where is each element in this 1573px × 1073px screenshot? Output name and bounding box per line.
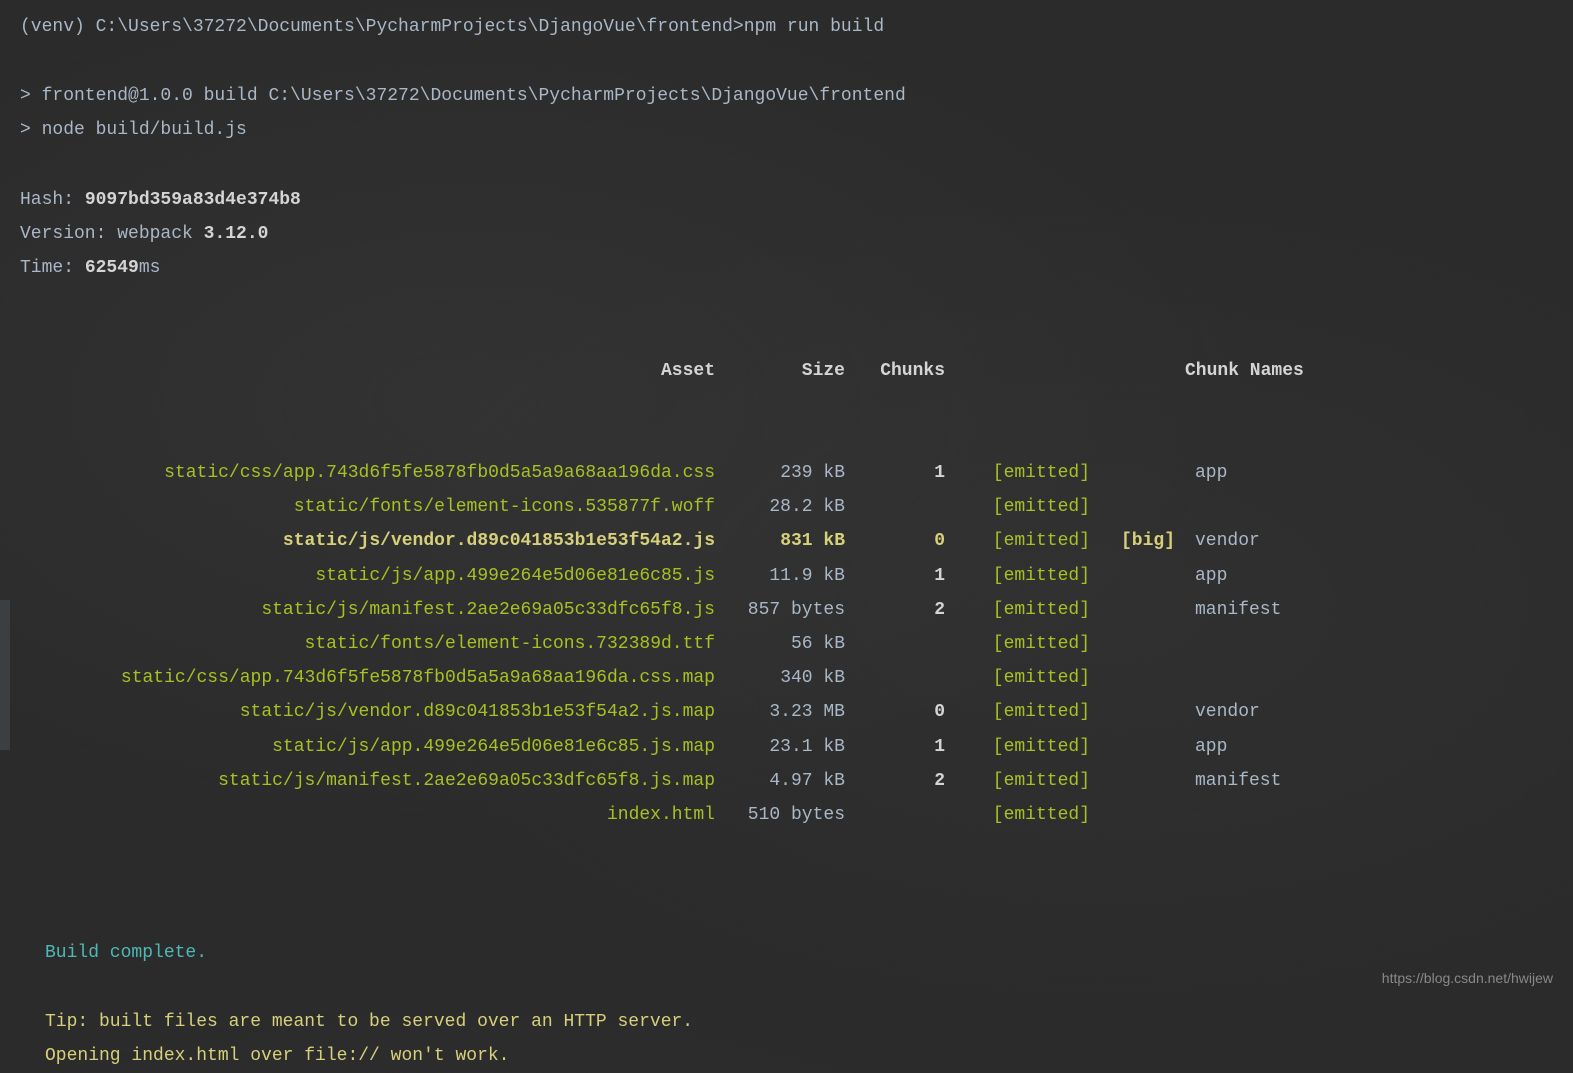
version-line: Version: webpack 3.12.0 [20, 217, 1553, 251]
sidebar-tab[interactable] [0, 600, 10, 750]
hash-line: Hash: 9097bd359a83d4e374b8 [20, 183, 1553, 217]
asset-chunks: 2 [845, 593, 945, 627]
asset-name: index.html [20, 798, 715, 832]
table-row: static/fonts/element-icons.732389d.ttf56… [20, 627, 1553, 661]
asset-name: static/js/manifest.2ae2e69a05c33dfc65f8.… [20, 593, 715, 627]
hash-value: 9097bd359a83d4e374b8 [85, 190, 301, 210]
time-unit: ms [139, 258, 161, 278]
asset-emitted: [emitted] [945, 524, 1090, 558]
table-row: static/css/app.743d6f5fe5878fb0d5a5a9a68… [20, 661, 1553, 695]
tip-line-1: Tip: built files are meant to be served … [20, 1005, 1553, 1039]
asset-chunks: 0 [845, 695, 945, 729]
table-row: static/js/app.499e264e5d06e81e6c85.js.ma… [20, 730, 1553, 764]
asset-name: static/js/vendor.d89c041853b1e53f54a2.js… [20, 695, 715, 729]
asset-chunk-names: app [1175, 456, 1227, 490]
asset-emitted: [emitted] [945, 627, 1090, 661]
asset-size: 239 kB [715, 456, 845, 490]
npm-script-line-1: > frontend@1.0.0 build C:\Users\37272\Do… [20, 79, 1553, 113]
asset-chunks: 2 [845, 764, 945, 798]
hash-label: Hash: [20, 190, 85, 210]
asset-emitted: [emitted] [945, 593, 1090, 627]
asset-name: static/css/app.743d6f5fe5878fb0d5a5a9a68… [20, 661, 715, 695]
asset-size: 3.23 MB [715, 695, 845, 729]
table-row: static/js/vendor.d89c041853b1e53f54a2.js… [20, 524, 1553, 558]
asset-name: static/js/app.499e264e5d06e81e6c85.js [20, 559, 715, 593]
version-label: Version: webpack [20, 224, 204, 244]
table-row: static/js/vendor.d89c041853b1e53f54a2.js… [20, 695, 1553, 729]
header-asset: Asset [20, 354, 715, 388]
asset-name: static/css/app.743d6f5fe5878fb0d5a5a9a68… [20, 456, 715, 490]
asset-emitted: [emitted] [945, 661, 1090, 695]
asset-emitted: [emitted] [945, 798, 1090, 832]
asset-chunk-names: manifest [1175, 593, 1281, 627]
asset-emitted: [emitted] [945, 456, 1090, 490]
asset-size: 4.97 kB [715, 764, 845, 798]
asset-name: static/js/vendor.d89c041853b1e53f54a2.js [20, 524, 715, 558]
tip-line-2: Opening index.html over file:// won't wo… [20, 1039, 1553, 1073]
watermark: https://blog.csdn.net/hwijew [1382, 965, 1553, 992]
table-row: static/js/app.499e264e5d06e81e6c85.js11.… [20, 559, 1553, 593]
table-row: static/js/manifest.2ae2e69a05c33dfc65f8.… [20, 593, 1553, 627]
asset-size: 11.9 kB [715, 559, 845, 593]
asset-emitted: [emitted] [945, 559, 1090, 593]
version-value: 3.12.0 [204, 224, 269, 244]
table-row: index.html510 bytes [emitted] [20, 798, 1553, 832]
asset-name: static/js/app.499e264e5d06e81e6c85.js.ma… [20, 730, 715, 764]
asset-emitted: [emitted] [945, 695, 1090, 729]
table-row: static/fonts/element-icons.535877f.woff2… [20, 490, 1553, 524]
asset-chunks: 1 [845, 559, 945, 593]
time-value: 62549 [85, 258, 139, 278]
asset-chunk-names: manifest [1175, 764, 1281, 798]
asset-size: 28.2 kB [715, 490, 845, 524]
build-assets-table: Asset Size Chunks Chunk Names static/css… [20, 285, 1553, 900]
asset-chunk-names: vendor [1175, 695, 1260, 729]
asset-size: 857 bytes [715, 593, 845, 627]
asset-flag: [big] [1090, 524, 1175, 558]
asset-size: 340 kB [715, 661, 845, 695]
terminal-output[interactable]: (venv) C:\Users\37272\Documents\PycharmP… [20, 10, 1553, 1073]
asset-chunk-names: app [1175, 559, 1227, 593]
asset-name: static/fonts/element-icons.535877f.woff [20, 490, 715, 524]
asset-chunks: 1 [845, 730, 945, 764]
command-prompt-line: (venv) C:\Users\37272\Documents\PycharmP… [20, 10, 1553, 44]
asset-name: static/js/manifest.2ae2e69a05c33dfc65f8.… [20, 764, 715, 798]
time-line: Time: 62549ms [20, 251, 1553, 285]
table-row: static/js/manifest.2ae2e69a05c33dfc65f8.… [20, 764, 1553, 798]
asset-chunks: 1 [845, 456, 945, 490]
header-chunks: Chunks [845, 354, 945, 388]
asset-name: static/fonts/element-icons.732389d.ttf [20, 627, 715, 661]
asset-size: 831 kB [715, 524, 845, 558]
asset-size: 56 kB [715, 627, 845, 661]
asset-size: 510 bytes [715, 798, 845, 832]
header-chunk-names: Chunk Names [1175, 354, 1304, 388]
asset-chunks: 0 [845, 524, 945, 558]
asset-chunk-names: vendor [1175, 524, 1260, 558]
table-header-row: Asset Size Chunks Chunk Names [20, 354, 1553, 388]
time-label: Time: [20, 258, 85, 278]
asset-size: 23.1 kB [715, 730, 845, 764]
table-row: static/css/app.743d6f5fe5878fb0d5a5a9a68… [20, 456, 1553, 490]
npm-script-line-2: > node build/build.js [20, 113, 1553, 147]
asset-emitted: [emitted] [945, 764, 1090, 798]
header-size: Size [715, 354, 845, 388]
asset-emitted: [emitted] [945, 490, 1090, 524]
asset-chunk-names: app [1175, 730, 1227, 764]
build-complete-message: Build complete. [20, 936, 1553, 970]
asset-emitted: [emitted] [945, 730, 1090, 764]
